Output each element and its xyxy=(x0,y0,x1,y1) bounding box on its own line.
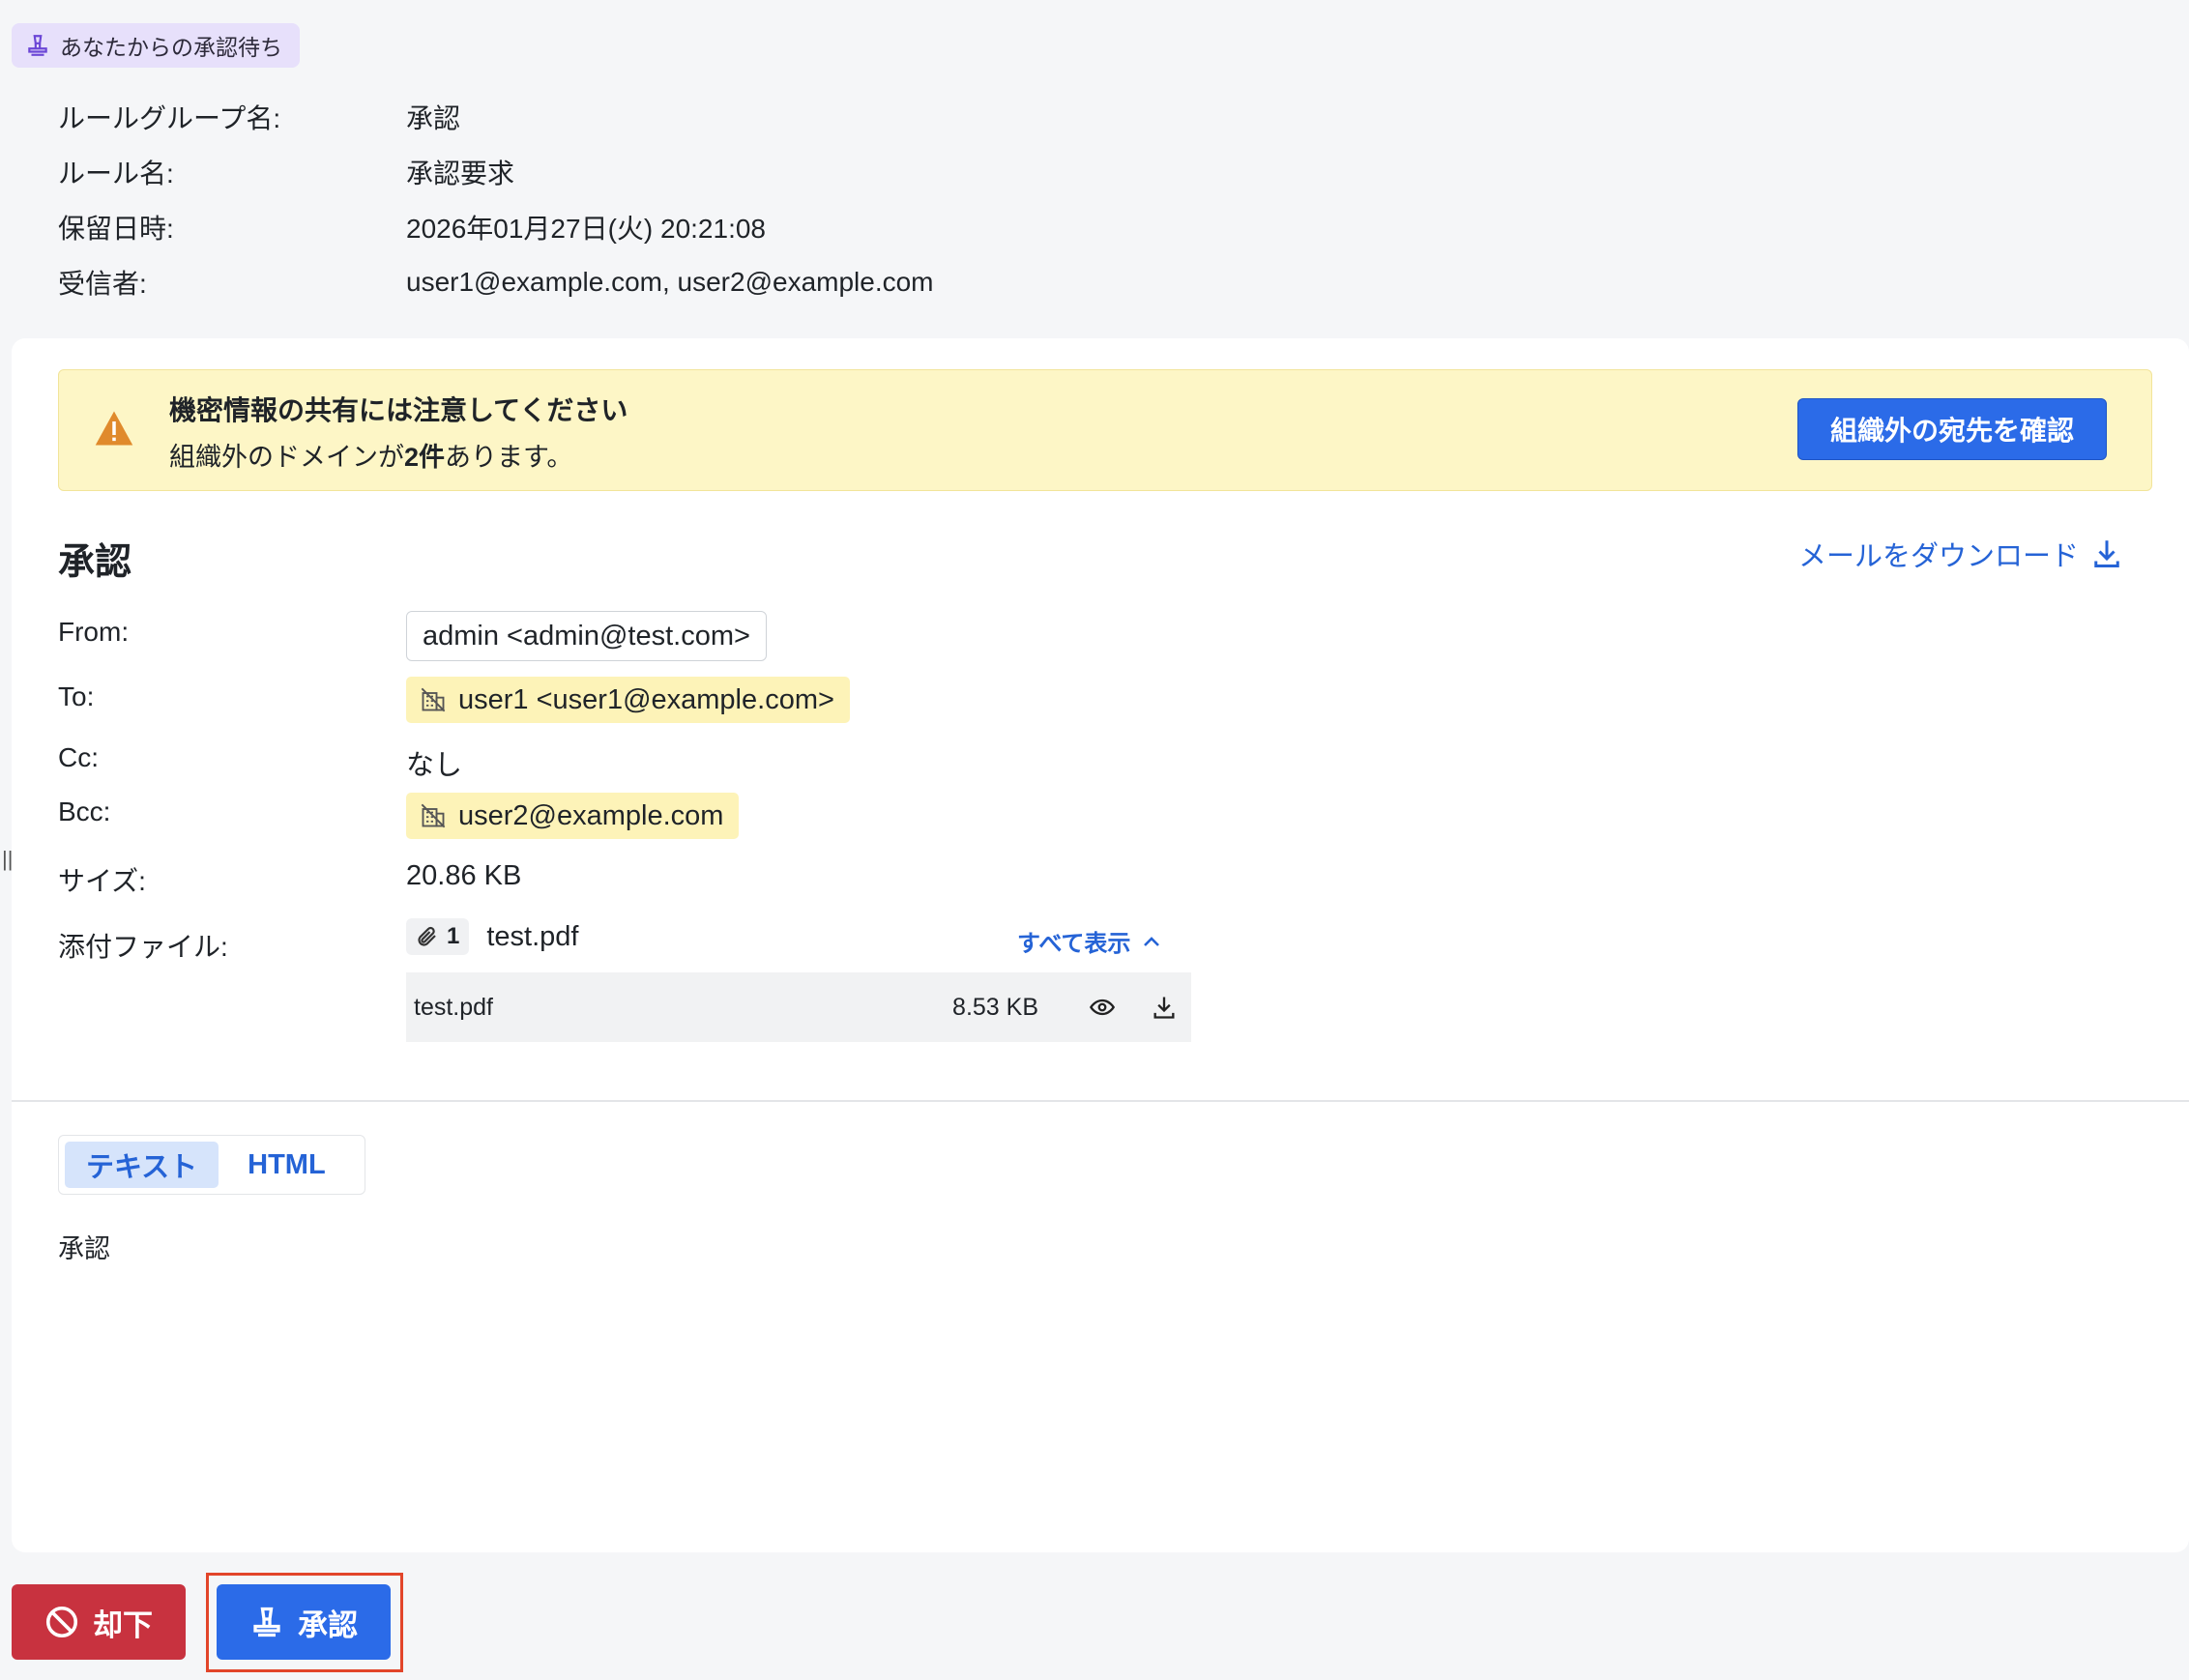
cc-value: なし xyxy=(406,750,463,781)
prohibited-icon xyxy=(45,1606,78,1638)
to-label: To: xyxy=(58,681,95,711)
bcc-value: user2@example.com xyxy=(406,793,740,839)
meta-label: 受信者: xyxy=(58,268,147,299)
size-label: サイズ: xyxy=(58,866,146,896)
alert-body: 組織外のドメインが2件あります。 xyxy=(169,436,572,474)
attachment-file-name: test.pdf xyxy=(414,993,493,1021)
show-all-label: すべて表示 xyxy=(1017,931,1131,957)
external-recipient-chip: user2@example.com xyxy=(406,793,740,839)
from-address-box: admin <admin@test.com> xyxy=(406,611,767,661)
meta-row-recipients: 受信者: user1@example.com, user2@example.co… xyxy=(58,254,934,309)
cc-label: Cc: xyxy=(58,742,99,772)
show-all-toggle[interactable]: すべて表示 xyxy=(1017,924,1161,958)
attachment-name: test.pdf xyxy=(486,920,579,952)
tab-text[interactable]: テキスト xyxy=(65,1142,219,1188)
download-mail-link[interactable]: メールをダウンロード xyxy=(1798,534,2121,574)
body-format-tabs: テキスト HTML xyxy=(58,1135,365,1195)
paperclip-icon xyxy=(418,926,436,946)
meta-info: ルールグループ名: 承認 ルール名: 承認要求 保留日時: 2026年01月27… xyxy=(58,89,934,309)
reject-label: 却下 xyxy=(93,1608,153,1642)
preview-attachment-button[interactable] xyxy=(1083,988,1122,1027)
download-mail-label: メールをダウンロード xyxy=(1798,541,2080,572)
meta-label: 保留日時: xyxy=(58,213,174,244)
meta-row-rule-name: ルール名: 承認要求 xyxy=(58,144,934,199)
divider xyxy=(12,1100,2189,1102)
external-building-icon xyxy=(421,687,446,712)
status-badge: あなたからの承認待ち xyxy=(12,23,300,68)
meta-label: ルールグループ名: xyxy=(58,102,281,133)
focus-highlight xyxy=(206,1573,403,1672)
meta-row-hold-time: 保留日時: 2026年01月27日(火) 20:21:08 xyxy=(58,199,934,254)
attachments-label: 添付ファイル: xyxy=(58,932,228,962)
external-recipient-chip: user1 <user1@example.com> xyxy=(406,677,850,723)
download-attachment-button[interactable] xyxy=(1145,988,1183,1027)
meta-value: 承認要求 xyxy=(406,158,515,188)
alert-body-count: 2件 xyxy=(404,443,446,472)
reject-button[interactable]: 却下 xyxy=(12,1584,186,1660)
mail-body: 承認 xyxy=(58,1234,110,1263)
tab-html[interactable]: HTML xyxy=(226,1142,347,1188)
meta-value: user1@example.com, user2@example.com xyxy=(406,266,934,297)
external-domain-alert: 機密情報の共有には注意してください 組織外のドメインが2件あります。 組織外の宛… xyxy=(58,369,2152,491)
download-icon xyxy=(1153,997,1175,1019)
from-value: admin <admin@test.com> xyxy=(406,611,767,661)
alert-body-prefix: 組織外のドメインが xyxy=(169,443,404,472)
bcc-label: Bcc: xyxy=(58,797,111,826)
stamp-icon xyxy=(28,35,47,56)
attachment-row: test.pdf 8.53 KB xyxy=(406,972,1191,1042)
eye-icon xyxy=(1089,999,1116,1016)
alert-body-suffix: あります。 xyxy=(445,443,573,472)
warning-icon xyxy=(95,411,133,446)
to-address: user1 <user1@example.com> xyxy=(458,683,834,715)
confirm-external-button[interactable]: 組織外の宛先を確認 xyxy=(1797,398,2107,460)
attachment-count-badge: 1 xyxy=(406,918,470,955)
meta-value: 2026年01月27日(火) 20:21:08 xyxy=(406,213,766,244)
from-label: From: xyxy=(58,617,130,647)
alert-title: 機密情報の共有には注意してください xyxy=(169,395,628,425)
size-value: 20.86 KB xyxy=(406,860,522,891)
chevron-up-icon xyxy=(1144,936,1160,946)
external-building-icon xyxy=(421,803,446,828)
mail-subject: 承認 xyxy=(58,542,132,583)
attachments-summary: 1 test.pdf xyxy=(406,918,578,955)
bcc-address: user2@example.com xyxy=(458,799,724,831)
attachment-count: 1 xyxy=(447,923,460,949)
attachment-file-size: 8.53 KB xyxy=(952,993,1038,1021)
download-icon xyxy=(2094,540,2119,567)
meta-value: 承認 xyxy=(406,102,461,133)
to-value: user1 <user1@example.com> xyxy=(406,677,850,723)
mail-card: 機密情報の共有には注意してください 組織外のドメインが2件あります。 組織外の宛… xyxy=(12,338,2189,1552)
status-badge-label: あなたからの承認待ち xyxy=(60,35,282,60)
meta-row-rule-group: ルールグループ名: 承認 xyxy=(58,89,934,144)
meta-label: ルール名: xyxy=(58,158,174,188)
